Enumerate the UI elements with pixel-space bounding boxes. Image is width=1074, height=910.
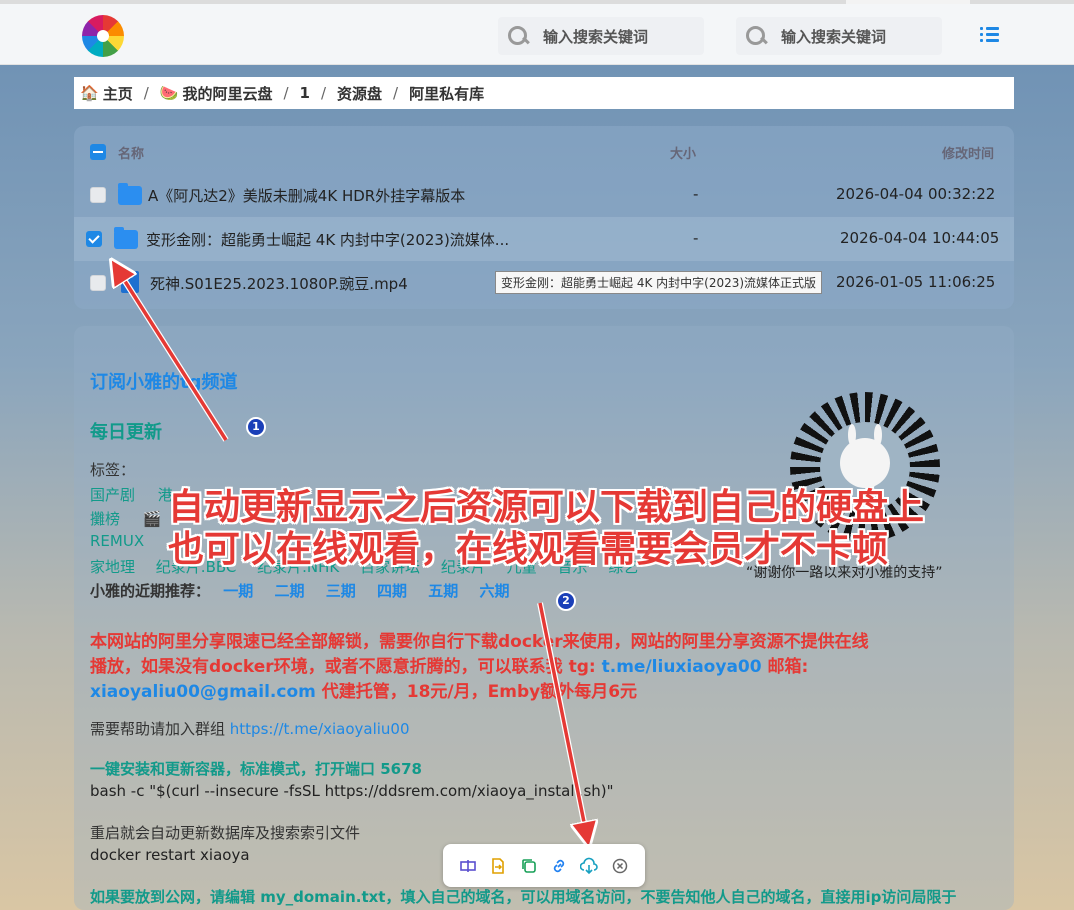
site-logo[interactable] — [82, 15, 124, 57]
copy-icon[interactable] — [520, 857, 538, 875]
daily-update-heading: 每日更新 — [90, 422, 162, 443]
notice-text: 代建托管，18元/月，Emby额外每月6元 — [315, 682, 638, 702]
recent-link[interactable]: 五期 — [428, 582, 458, 600]
cancel-icon[interactable] — [611, 857, 629, 875]
step-badge-1: 1 — [246, 417, 266, 437]
breadcrumb-separator: / — [283, 84, 289, 102]
recent-link[interactable]: 一期 — [223, 582, 253, 600]
folder-icon — [118, 183, 142, 205]
step-badge-2: 2 — [556, 591, 576, 611]
recent-label: 小雅的近期推荐： — [90, 582, 211, 600]
annotation-line-2: 也可以在线观看，在线观看需要会员才不卡顿 — [168, 529, 889, 570]
help-group-link[interactable]: https://t.me/xiaoyaliu00 — [230, 720, 410, 738]
search-input-2[interactable]: 输入搜索关键词 — [781, 26, 886, 47]
search-input-1[interactable]: 输入搜索关键词 — [543, 26, 648, 47]
tag-link[interactable]: REMUX — [90, 532, 144, 550]
header-name[interactable]: 名称 — [118, 143, 144, 162]
file-list-header: 名称 大小 修改时间 — [74, 126, 1014, 176]
file-size: - — [693, 185, 699, 203]
file-size: - — [693, 229, 699, 247]
breadcrumb-separator: / — [143, 84, 149, 102]
folder-icon — [114, 227, 138, 249]
breadcrumb-separator: / — [393, 84, 399, 102]
select-all-checkbox[interactable] — [90, 144, 106, 160]
notice-line-3: xiaoyaliu00@gmail.com 代建托管，18元/月，Emby额外每… — [90, 677, 637, 702]
video-file-icon — [121, 271, 139, 293]
header-size[interactable]: 大小 — [670, 143, 696, 162]
cloud-download-icon[interactable] — [580, 857, 599, 875]
breadcrumb-home[interactable]: 主页 — [103, 83, 133, 104]
selection-toolbar — [443, 844, 645, 887]
public-domain-note: 如果要放到公网，请编辑 my_domain.txt，填入自己的域名，可以用域名访… — [90, 888, 957, 906]
file-modified: 2026-04-04 10:44:05 — [840, 229, 1000, 247]
file-modified: 2026-04-04 00:32:22 — [836, 185, 996, 203]
tag-row-3: REMUX — [90, 532, 144, 550]
tag-row-2: 攤榜 🎬 — [90, 508, 161, 529]
notice-text: 邮箱: — [761, 657, 809, 677]
recent-recommend: 小雅的近期推荐： 一期 二期 三期 四期 五期 六期 — [90, 580, 510, 601]
file-name[interactable]: A《阿凡达2》美版未删减4K HDR外挂字幕版本 — [148, 185, 465, 206]
recent-link[interactable]: 四期 — [377, 582, 407, 600]
notice-text: 播放，如果没有docker环境，或者不愿意折腾的，可以联系我 tg: — [90, 657, 602, 677]
breadcrumb-1[interactable]: 1 — [300, 84, 310, 102]
header-modified[interactable]: 修改时间 — [942, 143, 994, 162]
breadcrumb-separator: / — [320, 84, 327, 102]
rename-icon[interactable] — [459, 857, 477, 875]
clapper-icon: 🎬 — [142, 510, 162, 528]
link-icon[interactable] — [550, 857, 568, 875]
search-box-1[interactable]: 输入搜索关键词 — [498, 17, 704, 55]
filename-tooltip: 变形金刚：超能勇士崛起 4K 内封中字(2023)流媒体正式版 — [495, 271, 823, 294]
row-checkbox-checked[interactable] — [86, 231, 102, 247]
search-box-2[interactable]: 输入搜索关键词 — [736, 17, 942, 55]
tg-link[interactable]: t.me/liuxiaoya00 — [602, 657, 762, 677]
file-row-selected[interactable]: 变形金刚：超能勇士崛起 4K 内封中字(2023)流媒体... - 2026-0… — [74, 217, 1014, 261]
recent-link[interactable]: 三期 — [326, 582, 356, 600]
tag-link[interactable]: 家地理 — [90, 558, 135, 576]
restart-command: docker restart xiaoya — [90, 846, 250, 864]
install-command: bash -c "$(curl --insecure -fsSL https:/… — [90, 782, 614, 800]
tag-link[interactable]: 国产剧 — [90, 486, 135, 504]
top-navbar: 输入搜索关键词 输入搜索关键词 — [0, 4, 1074, 65]
move-icon[interactable] — [489, 857, 507, 875]
notice-line-1: 本网站的阿里分享限速已经全部解锁，需要你自行下载docker来使用，网站的阿里分… — [90, 632, 869, 652]
breadcrumb: 🏠 主页 / 🍉 我的阿里云盘 / 1 / 资源盘 / 阿里私有库 — [74, 77, 1014, 109]
breadcrumb-aliyun[interactable]: 我的阿里云盘 — [182, 83, 272, 104]
help-text: 需要帮助请加入群组 — [90, 720, 230, 738]
notice-line-2: 播放，如果没有docker环境，或者不愿意折腾的，可以联系我 tg: t.me/… — [90, 652, 808, 677]
email-link[interactable]: xiaoyaliu00@gmail.com — [90, 682, 316, 702]
home-icon: 🏠 — [80, 84, 99, 102]
help-line: 需要帮助请加入群组 https://t.me/xiaoyaliu00 — [90, 718, 410, 739]
file-row[interactable]: A《阿凡达2》美版未删减4K HDR外挂字幕版本 - 2026-04-04 00… — [74, 173, 1014, 217]
breadcrumb-private[interactable]: 阿里私有库 — [409, 83, 484, 104]
tags-label: 标签： — [90, 461, 136, 479]
search-icon — [507, 25, 529, 47]
tag-link[interactable]: 攤榜 — [90, 510, 120, 528]
row-checkbox[interactable] — [90, 187, 106, 203]
recent-link[interactable]: 二期 — [275, 582, 305, 600]
install-title: 一键安装和更新容器，标准模式，打开端口 5678 — [90, 760, 422, 778]
restart-title: 重启就会自动更新数据库及搜索索引文件 — [90, 824, 361, 842]
recent-link[interactable]: 六期 — [480, 582, 510, 600]
list-menu-icon[interactable] — [980, 26, 1000, 44]
search-icon — [745, 25, 767, 47]
file-modified: 2026-01-05 11:06:25 — [836, 273, 996, 291]
tag-row-1: 国产剧 港 — [90, 484, 173, 505]
file-name[interactable]: 死神.S01E25.2023.1080P.豌豆.mp4 — [150, 273, 408, 294]
breadcrumb-resource[interactable]: 资源盘 — [337, 83, 382, 104]
rabbit-avatar — [840, 424, 890, 488]
file-name[interactable]: 变形金刚：超能勇士崛起 4K 内封中字(2023)流媒体... — [146, 229, 509, 250]
row-checkbox[interactable] — [90, 275, 106, 291]
subscribe-link[interactable]: 订阅小雅的tg频道 — [90, 368, 238, 394]
watermelon-icon: 🍉 — [159, 84, 179, 102]
